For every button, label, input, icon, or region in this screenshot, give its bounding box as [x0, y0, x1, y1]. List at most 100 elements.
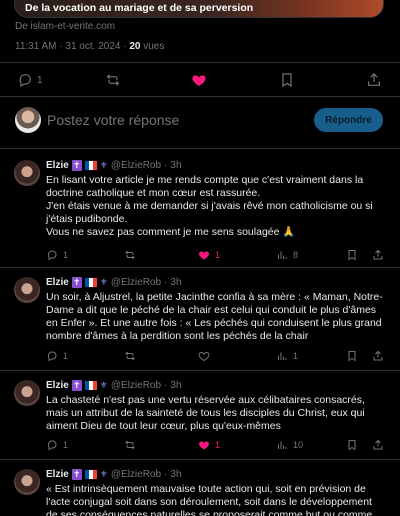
heart-outline-icon: [198, 351, 210, 362]
views-count: 1: [293, 351, 299, 361]
reply-avatar[interactable]: [14, 160, 40, 186]
reply-header: Elzie ✝ ⚜ @ElzieRob · 3h: [46, 160, 182, 171]
reply-paragraph: « Est intrinsèquement mauvaise toute act…: [46, 483, 373, 516]
post-date[interactable]: 31 oct. 2024: [65, 41, 120, 52]
reply-button[interactable]: Répondre: [314, 108, 383, 132]
reply-avatar[interactable]: [14, 469, 40, 495]
reply-handle[interactable]: @ElzieRob: [111, 277, 161, 288]
views-count: 10: [293, 440, 304, 450]
fleur-de-lis-icon: ⚜: [99, 277, 108, 287]
views-action[interactable]: 8: [276, 249, 298, 261]
reply-count: 1: [63, 351, 69, 361]
post-action-bar: 1: [0, 72, 400, 92]
reply-author-name[interactable]: Elzie: [46, 160, 69, 171]
share-icon: [368, 73, 380, 86]
reply-item[interactable]: Elzie ✝ ⚜ @ElzieRob · 3h En lisant votre…: [0, 157, 400, 267]
bookmark-icon: [348, 440, 356, 451]
reply-input[interactable]: Postez votre réponse: [47, 112, 179, 128]
reply-author-name[interactable]: Elzie: [46, 277, 69, 288]
reply-time[interactable]: 3h: [170, 469, 181, 480]
views-action[interactable]: 10: [276, 439, 303, 451]
user-avatar[interactable]: [15, 107, 41, 133]
reply-count: 1: [37, 74, 43, 86]
like-count: 1: [215, 440, 221, 450]
reply-paragraph: La chasteté n'est pas une vertu réservée…: [46, 394, 365, 432]
bookmark-action[interactable]: [279, 72, 295, 88]
reply-action[interactable]: 1: [46, 249, 68, 261]
reply-action[interactable]: 1: [46, 350, 68, 362]
share-action[interactable]: [366, 72, 382, 88]
like-action[interactable]: [191, 72, 207, 88]
bookmark-icon: [348, 351, 356, 362]
reply-header: Elzie ✝ ⚜ @ElzieRob · 3h: [46, 469, 182, 480]
views-chart-icon: [278, 251, 287, 259]
reply-count: 1: [63, 440, 69, 450]
reply-time[interactable]: 3h: [170, 160, 181, 171]
divider: [0, 370, 400, 371]
reply-text: En lisant votre article je me rends comp…: [46, 174, 386, 239]
reply-item[interactable]: Elzie ✝ ⚜ @ElzieRob · 3h « Est intrinsèq…: [0, 466, 400, 516]
reply-author-name[interactable]: Elzie: [46, 380, 69, 391]
reply-text: Un soir, à Aljustrel, la petite Jacinthe…: [46, 291, 386, 343]
separator-dot: ·: [164, 160, 168, 171]
bookmark-action[interactable]: [346, 249, 358, 261]
separator-dot: ·: [164, 277, 168, 288]
like-action[interactable]: 1: [198, 249, 220, 261]
french-flag-icon: [84, 470, 97, 479]
divider: [0, 148, 400, 149]
french-flag-icon: [84, 381, 97, 390]
fleur-de-lis-icon: ⚜: [99, 160, 108, 170]
french-flag-icon: [84, 278, 97, 287]
fleur-de-lis-icon: ⚜: [99, 469, 108, 479]
like-action[interactable]: 1: [198, 439, 220, 451]
reply-handle[interactable]: @ElzieRob: [111, 160, 161, 171]
share-icon: [373, 249, 383, 260]
reply-composer: Postez votre réponse Répondre: [0, 104, 400, 138]
reply-action[interactable]: 1: [17, 72, 43, 88]
reply-icon: [47, 440, 57, 451]
repost-icon: [106, 74, 120, 86]
fleur-de-lis-icon: ⚜: [99, 380, 108, 390]
post-time[interactable]: 11:31 AM: [15, 41, 57, 52]
reply-time[interactable]: 3h: [170, 380, 181, 391]
repost-icon: [125, 440, 135, 450]
share-action[interactable]: [372, 249, 384, 261]
heart-icon: [199, 251, 209, 260]
reply-handle[interactable]: @ElzieRob: [111, 380, 161, 391]
repost-action[interactable]: [124, 249, 136, 261]
bookmark-action[interactable]: [346, 439, 358, 451]
reply-handle[interactable]: @ElzieRob: [111, 469, 161, 480]
reply-author-name[interactable]: Elzie: [46, 469, 69, 480]
repost-action[interactable]: [124, 439, 136, 451]
cross-badge-icon: ✝: [71, 469, 82, 480]
reply-icon: [47, 351, 57, 362]
views-action[interactable]: 1: [276, 350, 298, 362]
bookmark-action[interactable]: [346, 350, 358, 362]
reply-action[interactable]: 1: [46, 439, 68, 451]
reply-avatar[interactable]: [14, 277, 40, 303]
link-card-source[interactable]: De islam-et-verite.com: [15, 21, 115, 32]
reply-avatar[interactable]: [14, 380, 40, 406]
divider: [0, 62, 400, 63]
heart-icon: [199, 441, 209, 450]
link-card-image[interactable]: De la vocation au mariage et de sa perve…: [14, 0, 384, 18]
reply-time[interactable]: 3h: [170, 277, 181, 288]
reply-item[interactable]: Elzie ✝ ⚜ @ElzieRob · 3h Un soir, à Alju…: [0, 274, 400, 370]
reply-action-bar: 1 1 8: [46, 249, 386, 263]
repost-icon: [125, 351, 135, 361]
divider: [0, 459, 400, 460]
like-action[interactable]: [198, 350, 210, 362]
bookmark-icon: [282, 73, 292, 88]
share-icon: [373, 439, 383, 450]
reply-item[interactable]: Elzie ✝ ⚜ @ElzieRob · 3h La chasteté n'e…: [0, 377, 400, 459]
repost-icon: [125, 250, 135, 260]
divider: [0, 267, 400, 268]
reply-paragraph: J'en étais venue à me demander si j'avai…: [46, 200, 373, 225]
cross-badge-icon: ✝: [71, 380, 82, 391]
share-action[interactable]: [372, 350, 384, 362]
share-action[interactable]: [372, 439, 384, 451]
repost-action[interactable]: [124, 350, 136, 362]
repost-action[interactable]: [105, 72, 121, 88]
views-count: 20: [129, 41, 141, 52]
reply-paragraph: En lisant votre article je me rends comp…: [46, 174, 364, 199]
